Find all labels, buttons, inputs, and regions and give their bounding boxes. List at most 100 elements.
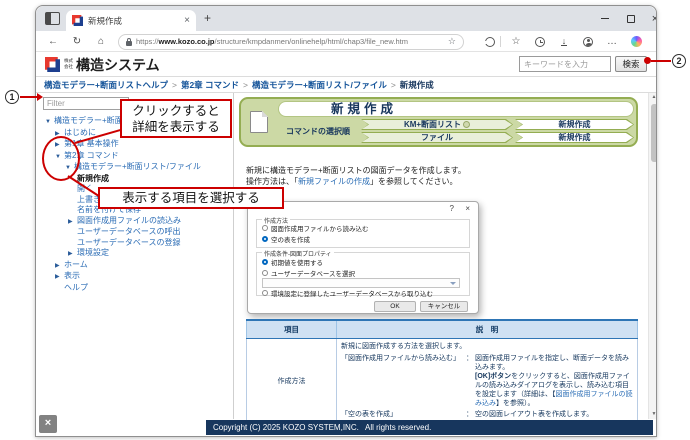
address-bar[interactable]: https://www.kozo.co.jp/structure/kmpdanm… [118,34,464,50]
tab-actions-glyph [46,13,51,24]
tree-item[interactable]: ▶表示 [36,271,233,283]
breadcrumb-link[interactable]: 構造モデラー+断面リスト/ファイル [252,79,387,91]
window-maximize-button[interactable] [620,6,642,31]
favicon-kozo-icon [72,15,83,26]
description-table: 項目 説 明 作成方法 新規に図面作成する方法を選択します。 「図面作成用ファイ… [246,319,638,423]
command-order-label: コマンドの選択順 [278,119,358,143]
page-title-banner: 新規作成 コマンドの選択順 KM+断面リスト 新規作成 ファイル 新規作成 [239,97,638,147]
logo-company-prefix: 株式会社 [64,58,73,70]
command-path-row: ファイル 新規作成 [361,132,634,143]
radio-icon [262,290,268,296]
browser-essentials-icon[interactable] [480,31,500,52]
keyword-search-input[interactable] [519,56,611,72]
scroll-down-icon[interactable]: ▼ [649,410,657,419]
tree-item[interactable]: ▶ホーム [36,260,233,272]
table-term: 作成方法 [247,339,337,423]
radio-selected-icon [262,259,268,265]
tree-expand-icon[interactable]: ▶ [55,272,64,283]
ok-button: OK [374,301,416,312]
radio-icon [262,270,268,276]
profile-icon[interactable] [578,31,598,52]
tab-close-icon[interactable]: × [184,16,190,26]
table-description: 新規に図面作成する方法を選択します。 「図面作成用ファイルから読み込む」 ： 図… [337,339,638,423]
cancel-button: キャンセル [420,301,468,312]
sidebar-close-button[interactable]: × [39,415,57,433]
intro-text: 新規に構造モデラー+断面リストの図面データを作成します。 操作方法は、「新規ファ… [246,165,466,187]
callout-click-details: クリックすると 詳細を表示する [120,99,232,138]
scrollbar-thumb[interactable] [651,104,658,162]
breadcrumb-separator: > [391,80,396,90]
radio-select-user-database: ユーザーデータベースを選択 [262,268,355,278]
tree-expand-icon[interactable]: ▼ [45,117,54,128]
command-item-band: 新規作成 [515,132,634,143]
command-item-band: 新規作成 [515,119,634,130]
breadcrumb: 構造モデラー+断面リストヘルプ > 第2章 コマンド > 構造モデラー+断面リス… [36,77,656,93]
downloads-icon[interactable]: ↓ [554,31,574,52]
tree-item[interactable]: ▶図面作成用ファイルの読込み [36,216,233,228]
page-title: 新規作成 [278,101,634,117]
browser-tab[interactable]: 新規作成 × [66,10,196,31]
description-intro: 新規に図面作成する方法を選択します。 [341,342,633,351]
breadcrumb-link[interactable]: 構造モデラー+断面リストヘルプ [44,79,168,91]
callout-select-item: 表示する項目を選択する [98,187,284,209]
radio-create-empty-table: 空の表を作成 [262,234,310,244]
tree-item[interactable]: ▶環境設定 [36,248,233,260]
annotation-marker-2: 2 [672,54,686,68]
tree-item[interactable]: ユーザーデータベースの呼出 [36,227,233,238]
new-tab-button[interactable]: + [204,11,211,25]
favorites-icon[interactable]: ☆ [506,31,526,52]
url-text: https://www.kozo.co.jp/structure/kmpdanm… [136,37,444,46]
vertical-scrollbar[interactable]: ▲ ▼ [648,93,657,419]
intro-line1: 新規に構造モデラー+断面リストの図面データを作成します。 [246,165,466,176]
col-header-description: 説 明 [337,320,638,339]
radio-import-from-settings: 環境設定に登録したユーザーデータベースから取り込む [262,288,433,298]
command-path-row: KM+断面リスト 新規作成 [361,119,634,130]
history-icon[interactable] [530,31,550,52]
reload-icon[interactable]: ↻ [68,31,86,52]
annotation-arrowhead [37,93,43,101]
copilot-icon[interactable] [626,31,646,52]
breadcrumb-separator: > [243,80,248,90]
copyright-footer: Copyright (C) 2025 KOZO SYSTEM,INC. All … [206,420,653,435]
more-menu-icon[interactable]: … [602,31,622,52]
help-content: 新規作成 コマンドの選択順 KM+断面リスト 新規作成 ファイル 新規作成 [234,93,648,419]
breadcrumb-link[interactable]: 第2章 コマンド [181,79,239,91]
command-menu-band: ファイル [361,132,513,143]
tree-item[interactable]: ユーザーデータベースの登録 [36,238,233,249]
tree-expand-icon[interactable]: ▶ [68,249,77,260]
tab-actions-icon[interactable] [45,12,60,25]
definition-row: 「空の表を作成」 ： 空の図面レイアウト表を作成します。 [341,410,633,419]
chevron-down-icon [450,282,456,285]
browser-toolbar: ← ↻ ⌂ https://www.kozo.co.jp/structure/k… [36,31,656,52]
banner-icon-cell [243,101,275,143]
toc-filter-input[interactable] [43,97,129,110]
annotation-line-1 [20,96,38,98]
tab-strip: 新規作成 × + × [36,6,656,31]
dialog-close-icon: × [465,204,470,213]
new-file-icon [250,111,268,133]
new-file-dialog-screenshot: ? × 作成方法 図面作成用ファイルから読み込む 空の表を作成 作成条件-図面プ… [247,201,479,314]
search-button[interactable]: 検索 [615,56,647,72]
annotation-marker-1: 1 [5,90,19,104]
radio-icon [262,225,268,231]
command-menu-band: KM+断面リスト [361,119,513,130]
tree-item[interactable]: ヘルプ [36,283,233,294]
kozo-logo-icon [45,57,60,72]
window-minimize-button[interactable] [594,6,616,31]
screenshot-stage: 新規作成 × + × ← ↻ ⌂ https://www.kozo.co.jp/… [0,0,690,440]
home-icon[interactable]: ⌂ [92,31,110,52]
intro-line2: 操作方法は、「新規ファイルの作成」を参照してください。 [246,176,466,187]
bookmark-star-icon[interactable]: ☆ [448,36,456,47]
scroll-up-icon[interactable]: ▲ [649,93,657,102]
dialog-help-icon: ? [450,204,454,213]
radio-read-from-file: 図面作成用ファイルから読み込む [262,223,369,233]
radio-use-defaults: 初期値を使用する [262,257,323,267]
back-icon[interactable]: ← [44,31,62,52]
table-header-row: 項目 説 明 [247,320,638,339]
tree-expand-icon[interactable]: ▶ [55,261,64,272]
new-file-help-link[interactable]: 新規ファイルの作成 [298,177,370,186]
tree-expand-icon[interactable]: ▶ [68,217,77,228]
col-header-item: 項目 [247,320,337,339]
user-database-combobox [262,278,460,288]
window-close-button[interactable]: × [644,6,657,31]
